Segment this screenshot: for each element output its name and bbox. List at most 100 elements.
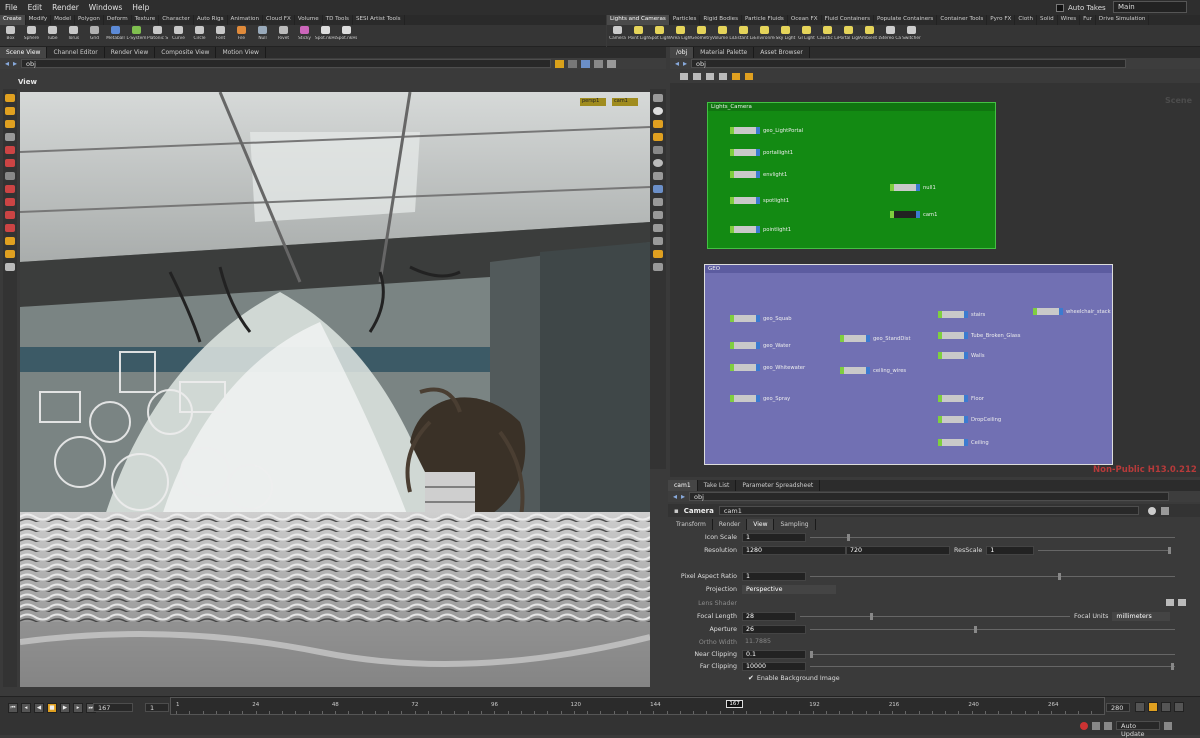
- tab-character[interactable]: Character: [159, 15, 194, 25]
- shelf-tool-font[interactable]: Font: [210, 25, 231, 41]
- menu-edit[interactable]: Edit: [23, 3, 48, 12]
- shelf-tool-ambient-li-[interactable]: Ambient Li...: [859, 25, 880, 41]
- stop-icon[interactable]: ■: [47, 703, 57, 713]
- tab--obj[interactable]: /obj: [670, 47, 695, 58]
- node-geo-water[interactable]: geo_Water: [730, 342, 791, 349]
- snap-prim-icon[interactable]: [5, 198, 15, 206]
- auto-takes[interactable]: Auto Takes: [1056, 2, 1106, 13]
- tab-material-palette[interactable]: Material Palette: [694, 47, 755, 58]
- param-slider[interactable]: [810, 533, 1175, 541]
- shelf-tool-caustic-li-[interactable]: Caustic Li...: [817, 25, 838, 41]
- param-field-resolution-res[interactable]: 1: [986, 545, 1035, 555]
- link-icon[interactable]: [555, 59, 565, 68]
- move-tool-icon[interactable]: [5, 107, 15, 115]
- tab-transform[interactable]: Transform: [670, 519, 713, 530]
- node-geo-lightportal[interactable]: geo_LightPortal: [730, 127, 803, 134]
- menu-render[interactable]: Render: [47, 3, 84, 12]
- tab-scene-view[interactable]: Scene View: [0, 47, 48, 58]
- node-walls[interactable]: Walls: [938, 352, 985, 359]
- node-geo-squab[interactable]: geo_Squab: [730, 315, 792, 322]
- slider-knob[interactable]: [1058, 572, 1062, 580]
- param-field-aperture-value[interactable]: 26: [742, 624, 806, 634]
- slider-knob[interactable]: [974, 625, 978, 633]
- menu-help[interactable]: Help: [127, 3, 154, 12]
- tab-ocean-fx[interactable]: Ocean FX: [788, 15, 822, 25]
- tab-view[interactable]: View: [747, 519, 775, 530]
- node-name-field[interactable]: cam1: [718, 506, 1139, 515]
- param-slider[interactable]: [810, 625, 1175, 633]
- end-frame-field[interactable]: 280: [1106, 703, 1130, 712]
- tab-take-list[interactable]: Take List: [698, 480, 737, 491]
- tab-composite-view[interactable]: Composite View: [155, 47, 217, 58]
- isolate-icon[interactable]: [653, 224, 663, 232]
- handle-tool-icon[interactable]: [5, 146, 15, 154]
- node-chooser-icon[interactable]: [1166, 599, 1174, 606]
- display-options-icon[interactable]: [653, 94, 663, 102]
- desktop-select[interactable]: Main: [1113, 1, 1187, 13]
- snap-grid-icon[interactable]: [5, 185, 15, 193]
- normals-icon[interactable]: [653, 185, 663, 193]
- shelf-tool-null[interactable]: Null: [252, 25, 273, 41]
- audio-icon[interactable]: [1135, 702, 1145, 712]
- ghost-icon[interactable]: [653, 198, 663, 206]
- tab-lights-and-cameras[interactable]: Lights and Cameras: [607, 15, 670, 25]
- tab-particle-fluids[interactable]: Particle Fluids: [742, 15, 788, 25]
- tab-fur[interactable]: Fur: [1080, 15, 1096, 25]
- camera-icon[interactable]: [581, 59, 591, 68]
- step-forward-icon[interactable]: ▸: [73, 703, 83, 713]
- param-path-field[interactable]: obj: [689, 492, 1170, 501]
- wireframe-icon[interactable]: [653, 159, 663, 167]
- shader-menu-icon[interactable]: [1178, 599, 1186, 606]
- node-envlight1[interactable]: envlight1: [730, 171, 787, 178]
- param-slider[interactable]: [810, 650, 1175, 658]
- cache-icon[interactable]: [1164, 721, 1172, 730]
- param-field-ortho-width-value[interactable]: 11.7885: [742, 638, 806, 647]
- shelf-tool-torus[interactable]: Torus: [63, 25, 84, 41]
- grid-view-icon[interactable]: [719, 72, 727, 80]
- display-icon[interactable]: [594, 59, 604, 68]
- tab-cloud-fx[interactable]: Cloud FX: [263, 15, 295, 25]
- tab-animation[interactable]: Animation: [228, 15, 264, 25]
- shelf-tool-platonic-so-[interactable]: Platonic So...: [147, 25, 168, 41]
- camera-menu-persp[interactable]: persp1: [580, 98, 606, 106]
- pane-menu-icon[interactable]: [607, 59, 617, 68]
- tab-td-tools[interactable]: TD Tools: [323, 15, 353, 25]
- tab-wires[interactable]: Wires: [1058, 15, 1081, 25]
- node-cam1[interactable]: cam1: [890, 211, 937, 218]
- node-stairs[interactable]: stairs: [938, 311, 985, 318]
- node-geo-spray[interactable]: geo_Spray: [730, 395, 790, 402]
- tab-auto-rigs[interactable]: Auto Rigs: [194, 15, 228, 25]
- param-field-far-value[interactable]: 10000: [742, 661, 806, 671]
- cook-icon[interactable]: [1092, 721, 1100, 730]
- shelf-tool-sphere[interactable]: Sphere: [21, 25, 42, 41]
- node-spotlight1[interactable]: spotlight1: [730, 197, 789, 204]
- param-field-icon-scale-value[interactable]: 1: [742, 532, 806, 542]
- slider-knob[interactable]: [870, 612, 874, 620]
- step-back-icon[interactable]: ◂: [21, 703, 31, 713]
- shelf-tool-file[interactable]: File: [231, 25, 252, 41]
- shelf-tool-sticky[interactable]: Sticky: [294, 25, 315, 41]
- tree-view-icon[interactable]: [706, 72, 714, 80]
- shelf-tool-volume-li-[interactable]: Volume Li...: [712, 25, 733, 41]
- node-ceiling-wires[interactable]: ceiling_wires: [840, 367, 906, 374]
- play-icon[interactable]: ▶: [60, 703, 70, 713]
- render-region-icon[interactable]: [5, 237, 15, 245]
- tab-motion-view[interactable]: Motion View: [216, 47, 266, 58]
- tab-model[interactable]: Model: [51, 15, 75, 25]
- shelf-tool-sky-light[interactable]: Sky Light: [775, 25, 796, 41]
- param-slider[interactable]: [810, 572, 1175, 580]
- slider-knob[interactable]: [846, 533, 850, 541]
- tab-drive-simulation[interactable]: Drive Simulation: [1096, 15, 1150, 25]
- auto-update-select[interactable]: Auto Update: [1116, 721, 1160, 738]
- update-mode-icon[interactable]: [1104, 721, 1112, 730]
- param-field-resolution-w[interactable]: 1280: [742, 545, 846, 555]
- range-icon[interactable]: [1161, 702, 1171, 712]
- node-dropceiling[interactable]: DropCeiling: [938, 416, 1001, 423]
- tile-view-icon[interactable]: [693, 72, 701, 80]
- tab-render[interactable]: Render: [713, 519, 748, 530]
- param-select-focal-length[interactable]: millimeters: [1112, 611, 1171, 621]
- param-field-resolution-h[interactable]: 720: [846, 545, 950, 555]
- tab-parameter-spreadsheet[interactable]: Parameter Spreadsheet: [736, 480, 821, 491]
- tab-modify[interactable]: Modify: [26, 15, 52, 25]
- network-box-icon[interactable]: [745, 72, 753, 80]
